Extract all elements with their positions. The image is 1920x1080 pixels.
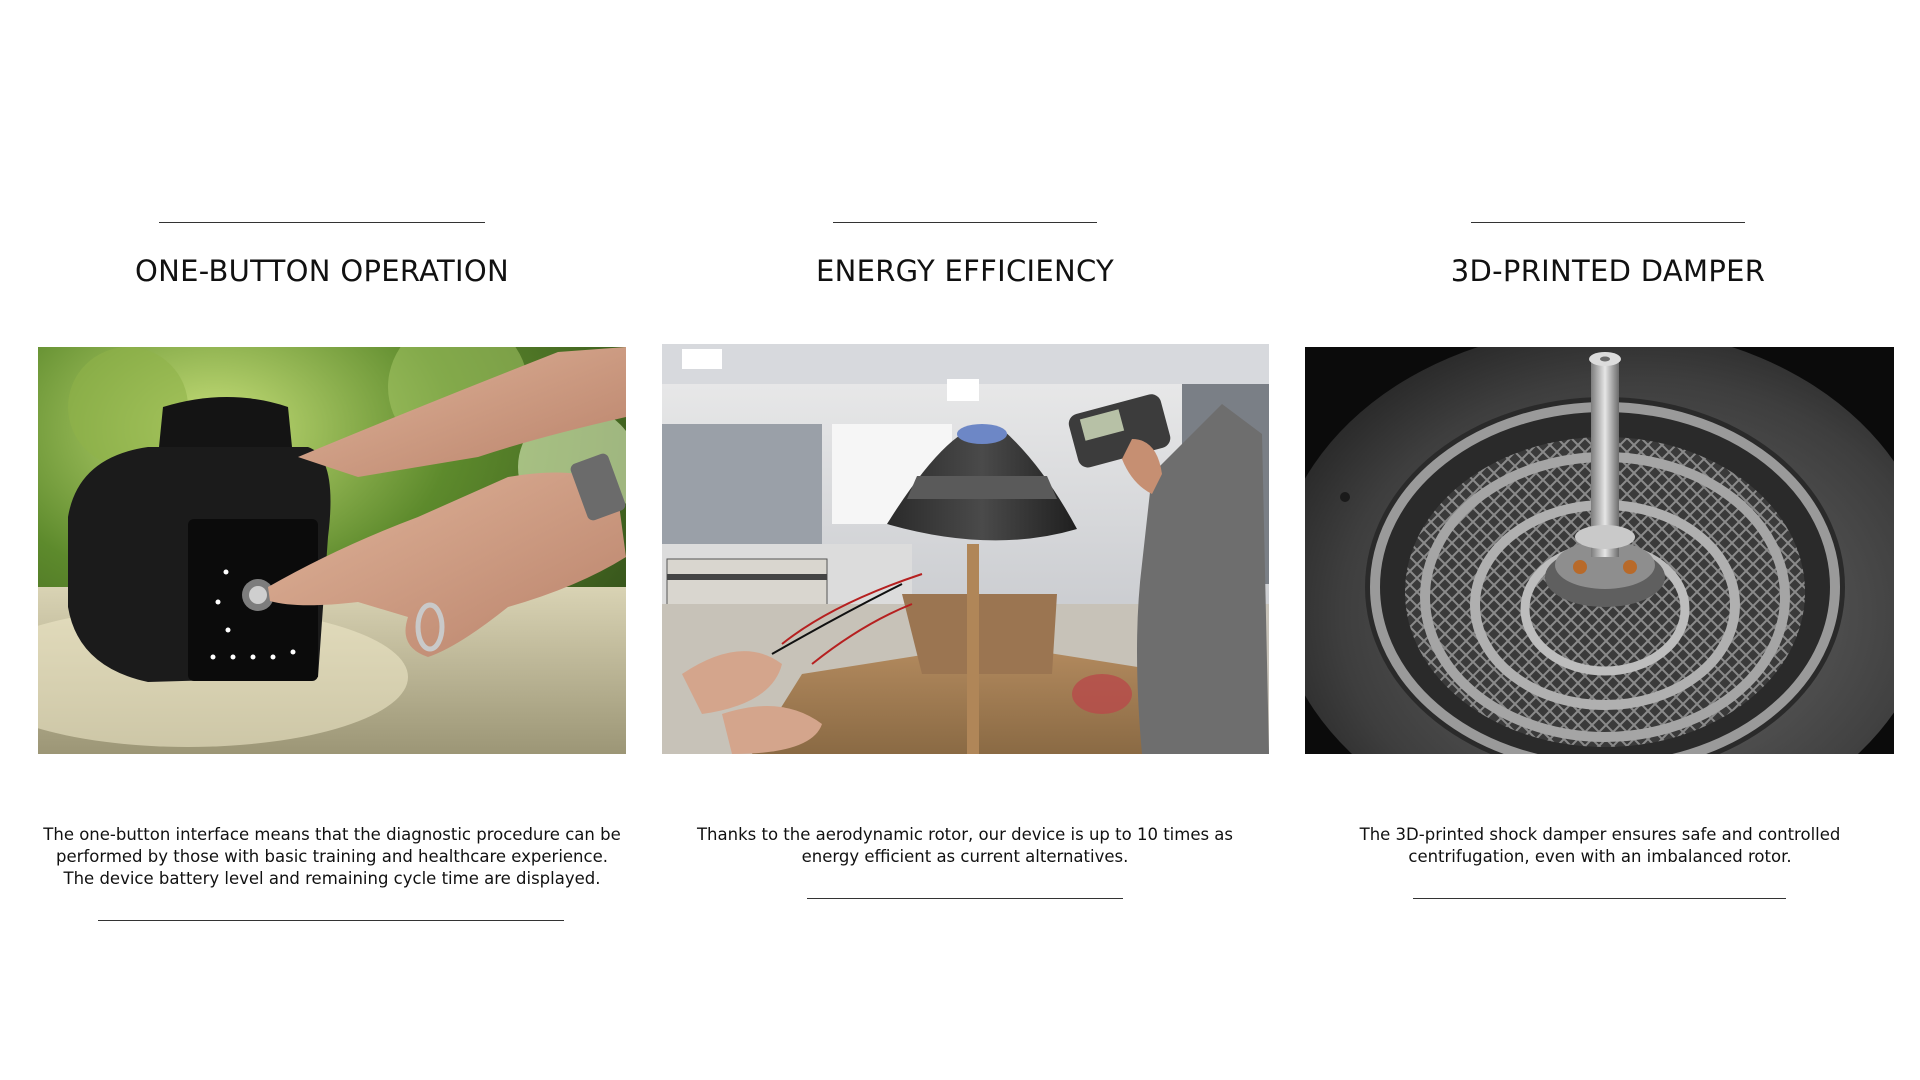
feature-image-3	[1305, 347, 1894, 754]
feature-description-3: The 3D-printed shock damper ensures safe…	[1359, 825, 1841, 866]
feature-title-3: 3D-PRINTED DAMPER	[1450, 254, 1766, 288]
feature-description-2: Thanks to the aerodynamic rotor, our dev…	[696, 825, 1234, 866]
divider-bottom-3	[1413, 898, 1786, 899]
divider-bottom-1	[98, 920, 564, 921]
divider-top-3	[1471, 222, 1745, 223]
feature-description-1: The one-button interface means that the …	[43, 825, 621, 888]
divider-bottom-2	[807, 898, 1123, 899]
feature-title-1: ONE-BUTTON OPERATION	[134, 254, 510, 288]
divider-top-2	[833, 222, 1097, 223]
divider-top-1	[159, 222, 485, 223]
feature-title-2: ENERGY EFFICIENCY	[815, 254, 1115, 288]
feature-image-2	[662, 344, 1269, 754]
feature-image-1	[38, 347, 626, 754]
